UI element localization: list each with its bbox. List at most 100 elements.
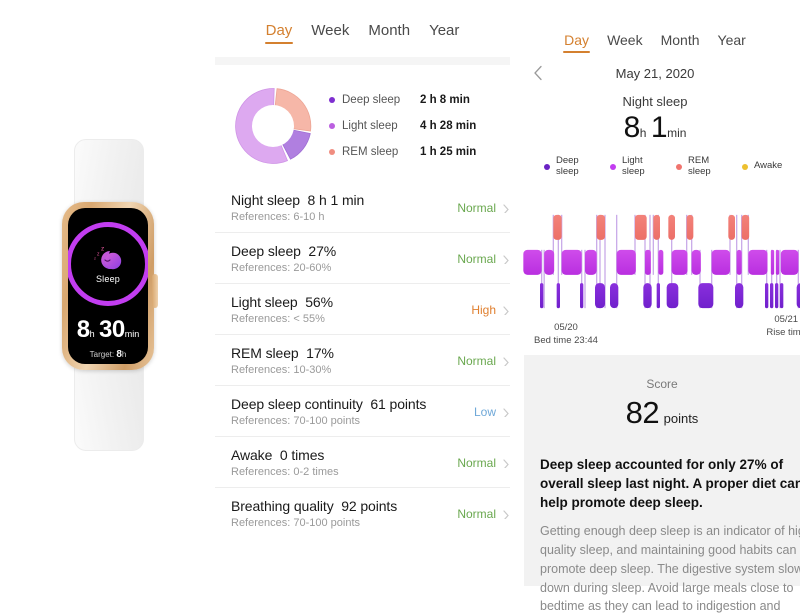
tab-year-right[interactable]: Year <box>718 32 746 53</box>
chevron-left-icon[interactable] <box>532 65 544 81</box>
tab-week-right[interactable]: Week <box>607 32 643 53</box>
legend-item-rem: REM sleep <box>676 155 742 178</box>
legend-deep-line2: sleep <box>556 165 579 177</box>
status-badge: Normal <box>457 353 496 368</box>
watch-case: z z z Sleep 8h 30min Target: 8h <box>62 202 158 370</box>
advice-body: Getting enough deep sleep is an indicato… <box>540 524 800 614</box>
legend-row-deep: Deep sleep 2 h 8 min <box>329 87 496 113</box>
chevron-right-icon[interactable] <box>503 202 510 213</box>
metric-value: 61 points <box>370 396 427 412</box>
advice-headline: Deep sleep accounted for only 27% of ove… <box>540 457 800 511</box>
score-unit: points <box>663 411 699 426</box>
sleep-composition-section: Deep sleep 2 h 8 min Light sleep 4 h 28 … <box>215 65 510 182</box>
score-value: 82 <box>625 395 660 430</box>
table-row[interactable]: Night sleep 8 h 1 min References: 6-10 h… <box>215 182 510 232</box>
metric-name: Deep sleep continuity <box>231 396 363 412</box>
chevron-right-icon[interactable] <box>503 508 510 519</box>
chevron-up-icon[interactable] <box>102 360 114 364</box>
svg-text:z: z <box>101 246 104 253</box>
app-screenshot: z z z Sleep 8h 30min Target: 8h Day Week… <box>0 0 800 613</box>
watch-target-prefix: Target: <box>89 350 115 359</box>
legend-dot-awake-icon <box>742 163 748 170</box>
score-label: Score <box>646 377 678 391</box>
legend-dot-light-icon <box>610 163 616 170</box>
period-tabs-right: Day Week Month Year <box>510 0 800 53</box>
metric-value: 56% <box>305 294 333 310</box>
legend-dot-rem-icon <box>676 163 682 170</box>
hypnogram-chart[interactable] <box>510 200 800 318</box>
metric-name: REM sleep <box>231 345 299 361</box>
table-row[interactable]: Light sleep 56% References: < 55% High <box>215 283 510 334</box>
chart-start-time: Bed time 23:44 <box>534 334 598 346</box>
metric-value: 0 times <box>279 447 325 463</box>
legend-awake-line1: Awake <box>754 160 783 172</box>
legend-label-light: Light sleep <box>342 120 398 132</box>
watch-side-button-icon[interactable] <box>152 274 158 308</box>
sleep-donut-legend: Deep sleep 2 h 8 min Light sleep 4 h 28 … <box>329 87 496 165</box>
svg-text:z: z <box>94 256 96 261</box>
metric-reference: References: < 55% <box>231 313 325 325</box>
table-row[interactable]: Awake 0 times References: 0-2 times Norm… <box>215 436 510 487</box>
tab-year[interactable]: Year <box>429 22 459 44</box>
sleep-score-card: Score 82 points Deep sleep accounted for… <box>524 355 800 613</box>
tab-month-right[interactable]: Month <box>661 32 700 53</box>
tab-day[interactable]: Day <box>264 22 293 44</box>
legend-value-deep: 2 h 8 min <box>420 94 470 106</box>
watch-panel: z z z Sleep 8h 30min Target: 8h <box>0 0 215 586</box>
chevron-right-icon[interactable] <box>503 355 510 366</box>
table-row[interactable]: Deep sleep 27% References: 20-60% Normal <box>215 232 510 283</box>
chart-end-date: 05/21 <box>774 313 799 325</box>
watch-screen[interactable]: z z z Sleep 8h 30min Target: 8h <box>68 208 148 364</box>
watch-target-unit: h <box>121 350 127 359</box>
sleep-donut-chart <box>231 78 315 174</box>
legend-item-light: Light sleep <box>610 155 676 178</box>
legend-row-rem: REM sleep 1 h 25 min <box>329 139 496 165</box>
table-row[interactable]: REM sleep 17% References: 10-30% Normal <box>215 334 510 385</box>
svg-text:z: z <box>97 252 100 258</box>
chevron-right-icon[interactable] <box>503 457 510 468</box>
metric-reference: References: 6-10 h <box>231 211 325 223</box>
legend-label-deep: Deep sleep <box>342 94 401 106</box>
watch-minutes-unit: min <box>124 329 140 339</box>
legend-value-rem: 1 h 25 min <box>420 146 477 158</box>
metric-reference: References: 20-60% <box>231 262 332 274</box>
chart-end-label: 05/21 Rise time <box>766 314 800 340</box>
metric-name: Night sleep <box>231 192 300 208</box>
legend-dot-deep-icon <box>544 163 550 170</box>
metrics-list: Night sleep 8 h 1 min References: 6-10 h… <box>215 182 510 538</box>
status-badge: High <box>471 302 496 317</box>
watch-minutes: 30 <box>99 316 125 343</box>
legend-row-light: Light sleep 4 h 28 min <box>329 113 496 139</box>
legend-dot-rem-icon <box>329 149 335 155</box>
tab-day-right[interactable]: Day <box>563 32 590 53</box>
metric-reference: References: 70-100 points <box>231 415 361 427</box>
metric-reference: References: 70-100 points <box>231 517 361 529</box>
night-sleep-hours: 8 <box>623 111 641 144</box>
status-badge: Low <box>473 404 496 419</box>
metric-value: 17% <box>306 345 334 361</box>
chevron-right-icon[interactable] <box>503 406 510 417</box>
status-badge: Normal <box>457 200 496 215</box>
watch-sleep-duration: 8h 30min <box>68 318 148 342</box>
legend-rem-line2: sleep <box>688 165 711 177</box>
current-date: May 21, 2020 <box>615 66 695 81</box>
table-row[interactable]: Breathing quality 92 points References: … <box>215 487 510 538</box>
period-tabs: Day Week Month Year <box>215 0 510 44</box>
smartwatch-device: z z z Sleep 8h 30min Target: 8h <box>62 139 158 451</box>
tab-month[interactable]: Month <box>368 22 410 44</box>
tab-week[interactable]: Week <box>311 22 349 44</box>
chevron-right-icon[interactable] <box>503 253 510 264</box>
sleep-details-panel: Day Week Month Year Deep sleep 2 h 8 min… <box>215 0 510 586</box>
score-value-row: 82 points <box>524 397 800 428</box>
watch-face-label: Sleep <box>95 274 121 284</box>
metric-name: Deep sleep <box>231 243 301 259</box>
chevron-right-icon[interactable] <box>503 304 510 315</box>
metric-reference: References: 0-2 times <box>231 466 339 478</box>
chart-start-date: 05/20 <box>554 321 578 333</box>
night-sleep-panel: Day Week Month Year May 21, 2020 Night s… <box>510 0 800 613</box>
metric-reference: References: 10-30% <box>231 364 332 376</box>
legend-item-awake: Awake <box>742 161 782 172</box>
table-row[interactable]: Deep sleep continuity 61 points Referenc… <box>215 385 510 436</box>
metric-value: 27% <box>308 243 337 259</box>
legend-dot-deep-icon <box>329 97 335 103</box>
